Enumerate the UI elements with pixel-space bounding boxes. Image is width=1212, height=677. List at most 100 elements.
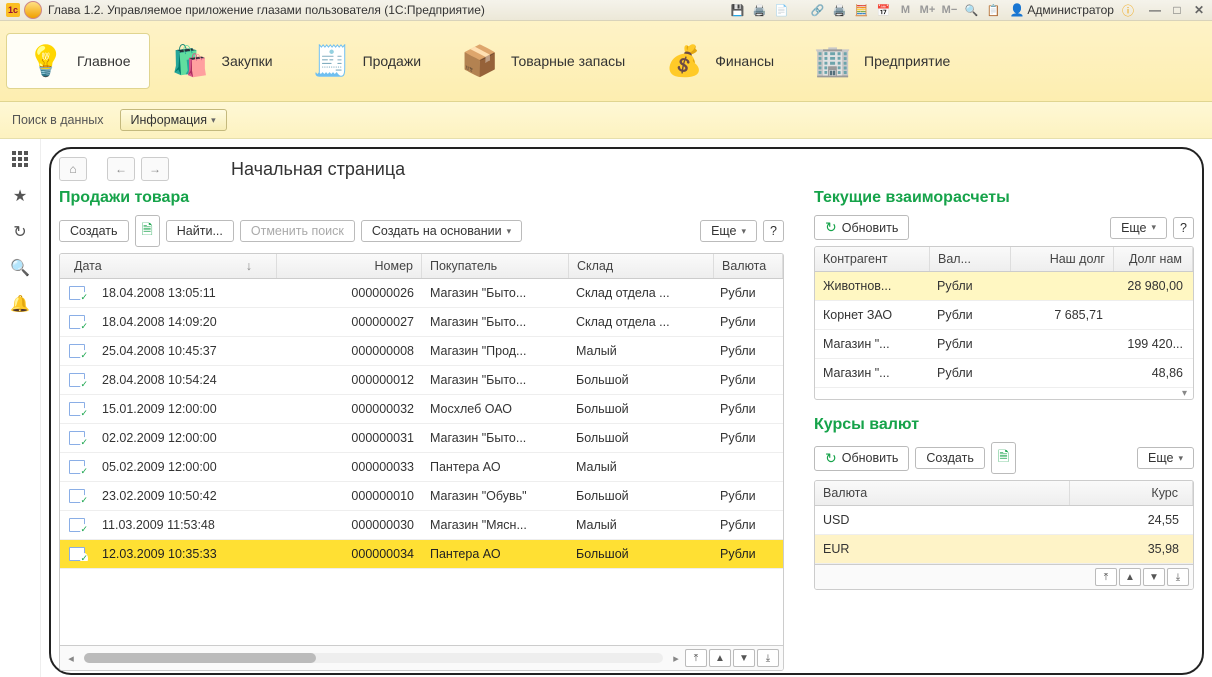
cell-owed: 48,86 (1111, 366, 1193, 380)
copy-button[interactable]: 🗎 (135, 215, 160, 247)
table-row[interactable]: EUR35,98 (815, 535, 1193, 564)
first-page[interactable]: ⤒ (685, 649, 707, 667)
table-row[interactable]: 15.01.2009 12:00:00000000032Мосхлеб ОАОБ… (60, 395, 783, 424)
col-currency[interactable]: Валюта (815, 481, 1070, 505)
maximize-button[interactable]: □ (1170, 3, 1184, 17)
prev-page[interactable]: ▲ (709, 649, 731, 667)
minimize-button[interactable]: — (1148, 3, 1162, 17)
col-owed[interactable]: Долг нам (1114, 247, 1193, 271)
copy-button[interactable]: 🗎 (991, 442, 1016, 474)
hscroll-track[interactable] (84, 653, 663, 663)
app-logo-icon: 1c (6, 3, 20, 17)
table-row[interactable]: 18.04.2008 13:05:11000000026Магазин "Быт… (60, 279, 783, 308)
last-page[interactable]: ⤓ (757, 649, 779, 667)
more-button[interactable]: Еще ▾ (1110, 217, 1167, 239)
table-row[interactable]: 12.03.2009 10:35:33000000034Пантера АОБо… (60, 540, 783, 569)
table-row[interactable]: 18.04.2008 14:09:20000000027Магазин "Быт… (60, 308, 783, 337)
col-currency[interactable]: Вал... (930, 247, 1011, 271)
doc-icon[interactable]: 📄 (773, 2, 789, 18)
history-icon[interactable]: ↻ (11, 223, 29, 241)
table-row[interactable]: Магазин "...Рубли48,86 (815, 359, 1193, 388)
nav-item-main[interactable]: 💡Главное (6, 33, 150, 89)
create-based-button[interactable]: Создать на основании ▾ (361, 220, 522, 242)
notifications-icon[interactable]: 🔔 (11, 295, 29, 313)
app-menu-dropdown[interactable] (24, 1, 42, 19)
nav-label: Предприятие (864, 53, 950, 69)
table-row[interactable]: 05.02.2009 12:00:00000000033Пантера АОМа… (60, 453, 783, 482)
col-partner[interactable]: Контрагент (815, 247, 930, 271)
link-icon[interactable]: 🔗 (809, 2, 825, 18)
scroll-left[interactable]: ◂ (64, 652, 78, 665)
label: Еще (1121, 221, 1146, 235)
col-buyer[interactable]: Покупатель (422, 254, 569, 278)
calendar-icon[interactable]: 📅 (875, 2, 891, 18)
prev-page[interactable]: ▲ (1119, 568, 1141, 586)
table-row[interactable]: Животнов...Рубли28 980,00 (815, 272, 1193, 301)
table-row[interactable]: Магазин "...Рубли199 420... (815, 330, 1193, 359)
search-link[interactable]: Поиск в данных (12, 113, 104, 127)
first-page[interactable]: ⤒ (1095, 568, 1117, 586)
table-row[interactable]: Корнет ЗАОРубли7 685,71 (815, 301, 1193, 330)
col-rate[interactable]: Курс (1070, 481, 1193, 505)
cell-buyer: Магазин "Мясн... (422, 518, 568, 532)
apps-icon[interactable] (11, 151, 29, 169)
cell-warehouse: Склад отдела ... (568, 286, 712, 300)
memory-m[interactable]: M (897, 2, 913, 18)
search-icon[interactable]: 🔍 (11, 259, 29, 277)
help-button[interactable]: ? (1173, 217, 1194, 239)
create-button[interactable]: Создать (915, 447, 985, 469)
col-currency[interactable]: Валюта (714, 254, 783, 278)
caret-down-icon: ▾ (1178, 453, 1183, 464)
sort-asc-icon: ↓ (246, 259, 252, 273)
save-icon[interactable]: 💾 (729, 2, 745, 18)
table-row[interactable]: 02.02.2009 12:00:00000000031Магазин "Быт… (60, 424, 783, 453)
nav-item-purchases[interactable]: 🛍️Закупки (152, 34, 291, 88)
row-posted-icon (60, 489, 94, 503)
create-button[interactable]: Создать (59, 220, 129, 242)
nav-item-sales[interactable]: 🧾Продажи (293, 34, 439, 88)
col-date[interactable]: Дата↓ (60, 254, 277, 278)
table-row[interactable]: 11.03.2009 11:53:48000000030Магазин "Мяс… (60, 511, 783, 540)
table-row[interactable]: 25.04.2008 10:45:37000000008Магазин "Про… (60, 337, 783, 366)
cell-buyer: Магазин "Обувь" (422, 489, 568, 503)
current-user[interactable]: 👤 Администратор (1009, 3, 1114, 17)
find-button[interactable]: Найти... (166, 220, 234, 242)
nav-item-finance[interactable]: 💰Финансы (645, 34, 792, 88)
scroll-right[interactable]: ▸ (669, 652, 683, 665)
cell-number: 000000012 (278, 373, 422, 387)
memory-mplus[interactable]: M+ (919, 2, 935, 18)
table-row[interactable]: 28.04.2008 10:54:24000000012Магазин "Быт… (60, 366, 783, 395)
forward-button[interactable]: → (141, 157, 169, 181)
more-button[interactable]: Еще ▾ (700, 220, 757, 242)
col-number[interactable]: Номер (277, 254, 422, 278)
zoom-icon[interactable]: 🔍 (963, 2, 979, 18)
help-button[interactable]: ? (763, 220, 784, 242)
table-row[interactable]: 23.02.2009 10:50:42000000010Магазин "Обу… (60, 482, 783, 511)
more-button[interactable]: Еще ▾ (1137, 447, 1194, 469)
close-button[interactable]: ✕ (1192, 3, 1206, 17)
refresh-button[interactable]: ↻ Обновить (814, 446, 909, 471)
nav-item-stock[interactable]: 📦Товарные запасы (441, 34, 643, 88)
col-owe[interactable]: Наш долг (1011, 247, 1114, 271)
clipboard-icon[interactable]: 📋 (985, 2, 1001, 18)
table-row[interactable]: USD24,55 (815, 506, 1193, 535)
col-warehouse[interactable]: Склад (569, 254, 714, 278)
cancel-find-button[interactable]: Отменить поиск (240, 220, 355, 242)
nav-item-company[interactable]: 🏢Предприятие (794, 34, 968, 88)
user-icon: 👤 (1009, 3, 1024, 17)
last-page[interactable]: ⤓ (1167, 568, 1189, 586)
back-button[interactable]: ← (107, 157, 135, 181)
info-dropdown[interactable]: Информация▾ (120, 109, 227, 131)
home-button[interactable]: ⌂ (59, 157, 87, 181)
cell-number: 000000026 (278, 286, 422, 300)
hscroll-thumb[interactable] (84, 653, 316, 663)
memory-mminus[interactable]: M− (941, 2, 957, 18)
print-icon[interactable]: 🖨️ (751, 2, 767, 18)
print2-icon[interactable]: 🖨️ (831, 2, 847, 18)
calc-icon[interactable]: 🧮 (853, 2, 869, 18)
favorites-icon[interactable]: ★ (11, 187, 29, 205)
info-icon[interactable]: ⓘ (1122, 2, 1134, 19)
next-page[interactable]: ▼ (1143, 568, 1165, 586)
refresh-button[interactable]: ↻ Обновить (814, 215, 909, 240)
next-page[interactable]: ▼ (733, 649, 755, 667)
